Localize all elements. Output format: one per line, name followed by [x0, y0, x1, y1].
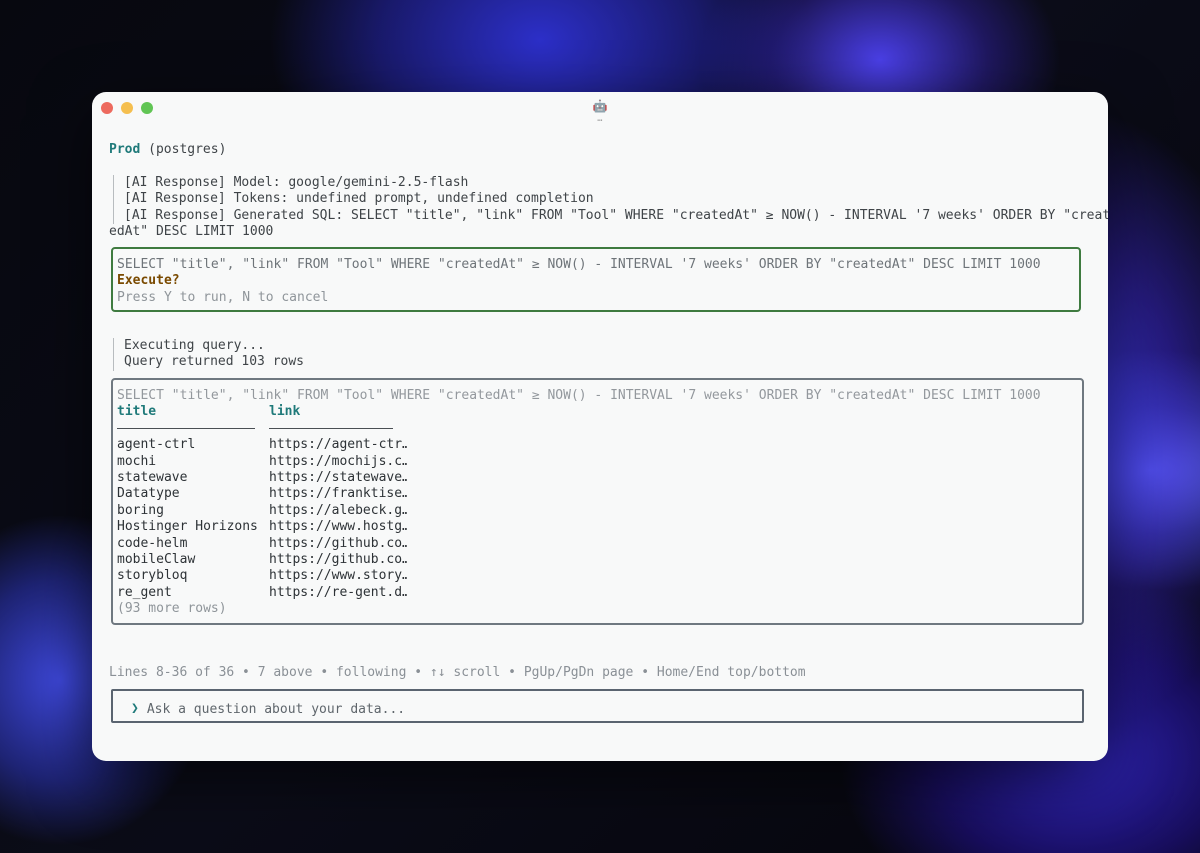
cell-link: https://www.hostg… — [269, 519, 407, 535]
cell-link: https://github.co… — [269, 551, 407, 567]
cell-title: Datatype — [117, 486, 180, 502]
cell-title: re_gent — [117, 584, 172, 600]
cell-title: code-helm — [117, 535, 188, 551]
cell-link: https://www.story… — [269, 568, 407, 584]
query-result-box: SELECT "title", "link" FROM "Tool" WHERE… — [111, 378, 1084, 625]
minimize-window-button[interactable] — [121, 102, 133, 114]
prompt-chevron-icon: ❯ — [131, 701, 139, 717]
log-line: [AI Response] Generated SQL: SELECT "tit… — [124, 207, 1108, 223]
execute-hint: Press Y to run, N to cancel — [117, 289, 329, 305]
confirm-sql: SELECT "title", "link" FROM "Tool" WHERE… — [117, 257, 1041, 272]
cell-link: https://re-gent.d… — [269, 584, 407, 600]
close-window-button[interactable] — [101, 102, 113, 114]
execution-log: Executing query... Query returned 103 ro… — [113, 338, 304, 371]
cell-link: https://franktise… — [269, 486, 407, 502]
cell-title: mobileClaw — [117, 551, 196, 567]
cell-title: statewave — [117, 469, 188, 485]
column-header-title: title — [117, 404, 157, 420]
window-controls — [101, 102, 153, 114]
execute-confirmation-box: SELECT "title", "link" FROM "Tool" WHERE… — [111, 247, 1081, 312]
connection-label: Prod (postgres) — [109, 142, 226, 158]
ai-response-log: [AI Response] Model: google/gemini-2.5-f… — [113, 175, 1108, 224]
log-line-wrap: edAt" DESC LIMIT 1000 — [109, 224, 274, 239]
question-input[interactable] — [146, 701, 967, 718]
more-rows-label: (93 more rows) — [117, 601, 227, 617]
connection-engine: (postgres) — [148, 142, 227, 157]
log-line: Query returned 103 rows — [124, 354, 305, 370]
connection-name: Prod — [109, 142, 141, 157]
cell-title: mochi — [117, 453, 157, 469]
cell-title: storybloq — [117, 568, 188, 584]
result-sql: SELECT "title", "link" FROM "Tool" WHERE… — [117, 388, 1041, 403]
log-line: [AI Response] Tokens: undefined prompt, … — [124, 191, 594, 207]
cell-title: boring — [117, 502, 164, 518]
cell-link: https://mochijs.c… — [269, 453, 407, 469]
log-line: [AI Response] Model: google/gemini-2.5-f… — [124, 175, 469, 190]
log-line: Executing query... — [124, 338, 265, 353]
cell-link: https://alebeck.g… — [269, 502, 407, 518]
result-table: title link agent-ctrl https://agent-ctr…… — [117, 404, 1082, 601]
robot-icon: 🤖 — [592, 99, 608, 113]
question-input-box[interactable]: ❯ — [111, 689, 1084, 723]
cell-link: https://statewave… — [269, 469, 407, 485]
execute-prompt: Execute? — [117, 273, 180, 289]
cell-title: agent-ctrl — [117, 437, 196, 453]
cell-link: https://agent-ctr… — [269, 437, 407, 453]
more-icon[interactable]: ⋯ — [592, 116, 608, 126]
status-bar: Lines 8-36 of 36 • 7 above • following •… — [109, 665, 806, 680]
zoom-window-button[interactable] — [141, 102, 153, 114]
cell-link: https://github.co… — [269, 535, 407, 551]
column-header-link: link — [269, 404, 301, 420]
header-rule — [269, 421, 407, 437]
terminal-window: 🤖 ⋯ Prod (postgres) [AI Response] Model:… — [92, 92, 1108, 761]
cell-title: Hostinger Horizons — [117, 519, 258, 535]
header-rule — [117, 421, 269, 437]
